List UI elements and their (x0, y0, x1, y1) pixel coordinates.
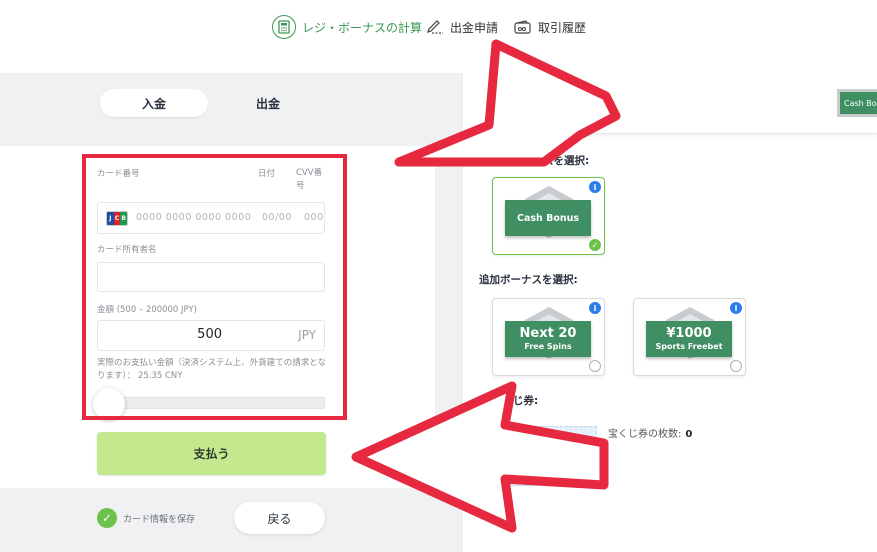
select-bonus-title: スを選択: (543, 155, 590, 167)
bonus-panel: Cash Bonu スを選択: Cash Bonus i ✓ 追加ボーナスを選択… (463, 73, 877, 552)
lottery-count-label: 宝くじ券の枚数: (608, 429, 682, 440)
calculator-icon (272, 15, 296, 39)
wallet-icon (514, 20, 532, 34)
summary-bonus-badge: Cash Bonu (837, 89, 877, 117)
top-nav: レジ・ボーナスの計算 出金申請 取引履歴 (0, 0, 877, 60)
pencil-icon (426, 20, 444, 34)
freebet-card[interactable]: ¥1000 Sports Freebet i (633, 298, 746, 376)
additional-bonus-title: 追加ボーナスを選択: (479, 274, 578, 286)
lottery-title: じ券: (513, 395, 539, 407)
bottom-bar: ✓ カード情報を保存 戻る (0, 488, 435, 552)
freebet-ribbon: ¥1000 Sports Freebet (646, 321, 732, 357)
tab-deposit[interactable]: 入金 (100, 89, 208, 117)
tab-withdraw[interactable]: 出金 (232, 89, 304, 117)
freebet-small-label: Sports Freebet (655, 342, 723, 351)
cash-bonus-label: Cash Bonus (516, 212, 580, 224)
freespins-small-label: Free Spins (524, 342, 572, 351)
info-icon[interactable]: i (589, 302, 601, 314)
nav-history-label: 取引履歴 (538, 20, 587, 35)
lottery-count-value: 0 (685, 429, 693, 440)
nav-calc-link[interactable]: レジ・ボーナスの計算 (272, 14, 422, 40)
checkmark-icon[interactable]: ✓ (97, 508, 117, 528)
nav-withdraw-label: 出金申請 (450, 20, 499, 35)
panel-divider (435, 73, 463, 552)
tab-bar: 入金 出金 (0, 73, 435, 146)
freespins-radio[interactable] (589, 360, 601, 372)
cash-bonus-ribbon: Cash Bonus (505, 200, 591, 236)
lottery-ticket-icon (501, 426, 597, 486)
nav-calc-label: レジ・ボーナスの計算 (302, 20, 423, 35)
lottery-count: 宝くじ券の枚数: 0 (608, 425, 692, 440)
selected-check-icon[interactable]: ✓ (589, 239, 601, 251)
freebet-radio[interactable] (730, 360, 742, 372)
freespins-big-label: Next 20 (519, 326, 577, 341)
back-button[interactable]: 戻る (234, 502, 325, 534)
ticket-bar (516, 433, 572, 437)
freespins-card[interactable]: Next 20 Free Spins i (492, 298, 605, 376)
nav-withdraw-link[interactable]: 出金申請 (426, 14, 498, 40)
pay-button[interactable]: 支払う (97, 432, 326, 475)
save-card-label: カード情報を保存 (123, 515, 196, 525)
info-icon[interactable]: i (730, 302, 742, 314)
cash-bonus-card[interactable]: Cash Bonus i ✓ (492, 177, 605, 255)
bonus-summary: Cash Bonu (463, 73, 877, 134)
info-icon[interactable]: i (589, 181, 601, 193)
freespins-ribbon: Next 20 Free Spins (505, 321, 591, 357)
annotation-red-frame (82, 154, 347, 420)
nav-history-link[interactable]: 取引履歴 (514, 14, 586, 40)
freebet-big-label: ¥1000 (666, 326, 712, 341)
